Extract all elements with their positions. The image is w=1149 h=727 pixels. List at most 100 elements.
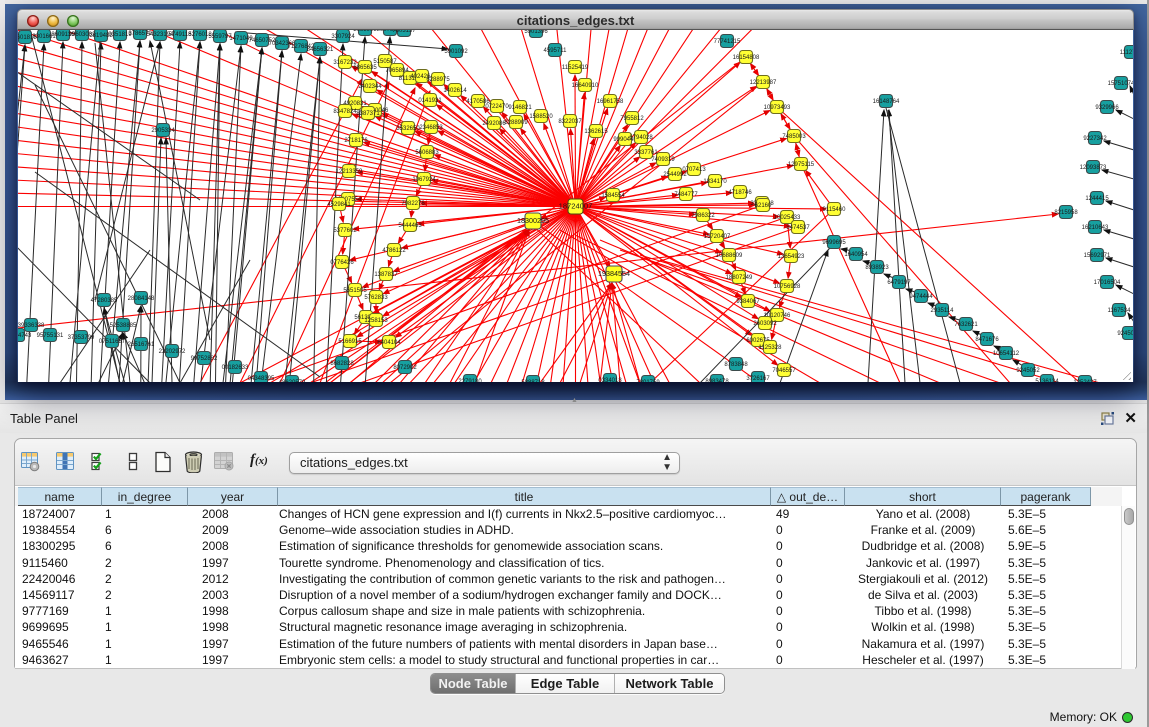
- svg-text:7632621: 7632621: [954, 322, 978, 328]
- svg-text:7485003: 7485003: [782, 134, 806, 140]
- svg-text:16210643: 16210643: [1082, 225, 1109, 231]
- svg-text:8474537: 8474537: [786, 225, 810, 231]
- svg-text:18300295: 18300295: [517, 216, 549, 225]
- svg-text:5606883: 5606883: [415, 150, 439, 156]
- svg-text:8072902: 8072902: [393, 365, 417, 371]
- svg-text:1584554: 1584554: [601, 193, 625, 199]
- svg-text:8387371: 8387371: [356, 111, 380, 117]
- svg-text:9699695: 9699695: [822, 240, 846, 246]
- svg-text:7046557: 7046557: [772, 368, 796, 374]
- svg-text:8783848: 8783848: [724, 362, 748, 368]
- svg-text:1258153: 1258153: [364, 318, 388, 324]
- svg-text:3307924: 3307924: [331, 34, 355, 40]
- svg-text:16640910: 16640910: [572, 83, 599, 89]
- svg-text:8288909: 8288909: [504, 120, 528, 126]
- svg-text:6794028: 6794028: [629, 135, 653, 141]
- svg-text:2279180: 2279180: [458, 379, 482, 382]
- svg-text:99752882: 99752882: [191, 356, 218, 362]
- svg-text:1125328: 1125328: [759, 345, 783, 351]
- svg-text:17016504: 17016504: [1094, 280, 1121, 286]
- svg-text:2402344: 2402344: [358, 84, 382, 90]
- svg-text:11525419: 11525419: [562, 65, 589, 71]
- svg-text:7955812: 7955812: [620, 116, 644, 122]
- svg-text:8347824: 8347824: [333, 109, 357, 115]
- svg-text:8682828: 8682828: [330, 361, 354, 367]
- svg-text:6288975: 6288975: [426, 77, 450, 83]
- svg-text:2492086: 2492086: [482, 121, 506, 127]
- svg-text:4595711: 4595711: [544, 48, 568, 54]
- svg-text:12975115: 12975115: [788, 162, 815, 168]
- svg-text:0141931: 0141931: [418, 98, 442, 104]
- svg-text:9329966: 9329966: [1095, 105, 1119, 111]
- svg-text:00182633: 00182633: [222, 365, 249, 371]
- svg-text:1252427: 1252427: [1073, 380, 1097, 382]
- svg-text:37353799: 37353799: [68, 335, 95, 341]
- svg-text:6404104: 6404104: [377, 340, 401, 346]
- svg-text:3532650: 3532650: [396, 126, 420, 132]
- svg-text:5651505: 5651505: [343, 288, 367, 294]
- svg-text:16961758: 16961758: [597, 99, 624, 105]
- svg-text:10973493: 10973493: [764, 105, 791, 111]
- svg-text:84656321: 84656321: [307, 47, 334, 53]
- svg-text:2685995: 2685995: [353, 30, 377, 33]
- svg-text:2603092: 2603092: [753, 321, 777, 327]
- svg-text:2718176: 2718176: [344, 138, 368, 144]
- svg-text:9245052: 9245052: [1016, 368, 1040, 374]
- svg-text:12093873: 12093873: [1080, 165, 1107, 171]
- svg-text:0707413: 0707413: [682, 167, 706, 173]
- svg-text:07511637: 07511637: [99, 339, 126, 345]
- svg-text:16154808: 16154808: [733, 55, 760, 61]
- svg-text:8471676: 8471676: [975, 337, 999, 343]
- svg-text:4529841: 4529841: [327, 202, 351, 208]
- svg-text:52538885: 52538885: [110, 323, 137, 329]
- svg-text:48620579: 48620579: [279, 380, 306, 382]
- svg-text:0776426: 0776426: [330, 260, 354, 266]
- svg-text:3726167: 3726167: [746, 376, 770, 382]
- svg-text:9474444: 9474444: [909, 294, 933, 300]
- svg-text:5166915: 5166915: [338, 339, 362, 345]
- svg-text:7986322: 7986322: [691, 213, 715, 219]
- svg-text:1387837: 1387837: [374, 272, 398, 278]
- svg-text:8215958: 8215958: [1054, 210, 1078, 216]
- svg-text:1362615: 1362615: [584, 129, 608, 135]
- svg-text:8938923: 8938923: [865, 265, 889, 271]
- svg-text:8983478: 8983478: [705, 379, 729, 382]
- svg-text:22202972: 22202972: [159, 349, 186, 355]
- svg-text:18724007: 18724007: [559, 202, 593, 211]
- svg-text:9146821: 9146821: [508, 105, 532, 111]
- svg-text:95755131: 95755131: [37, 333, 64, 339]
- svg-text:0334018: 0334018: [598, 378, 622, 382]
- svg-text:7409319: 7409319: [651, 157, 675, 163]
- svg-text:7082276: 7082276: [401, 201, 425, 207]
- svg-text:28084148: 28084148: [128, 296, 155, 302]
- svg-text:16148764: 16148764: [873, 99, 900, 105]
- svg-text:9245052: 9245052: [1117, 331, 1133, 337]
- svg-text:9227342: 9227342: [1083, 136, 1107, 142]
- svg-text:12213987: 12213987: [750, 80, 777, 86]
- svg-text:5136134: 5136134: [1035, 379, 1059, 382]
- svg-text:12213359: 12213359: [336, 169, 363, 175]
- svg-text:1588520: 1588520: [529, 114, 553, 120]
- svg-text:10756928: 10756928: [774, 284, 801, 290]
- svg-text:2905334: 2905334: [151, 128, 175, 134]
- svg-text:7484777: 7484777: [674, 192, 698, 198]
- svg-text:1834170: 1834170: [703, 179, 727, 185]
- svg-text:1402614: 1402614: [443, 88, 467, 94]
- svg-text:7603137: 7603137: [392, 30, 416, 34]
- svg-text:15692971: 15692971: [1084, 253, 1111, 259]
- svg-text:8322037: 8322037: [558, 119, 582, 125]
- svg-text:62160: 62160: [755, 203, 772, 209]
- svg-text:19384554: 19384554: [598, 269, 630, 278]
- svg-text:4786122: 4786122: [382, 248, 406, 254]
- svg-text:1067924: 1067924: [412, 177, 436, 183]
- svg-text:10654112: 10654112: [993, 351, 1020, 357]
- svg-text:5901092: 5901092: [444, 49, 468, 55]
- svg-text:1244415: 1244415: [1085, 196, 1109, 202]
- svg-text:5888718: 5888718: [521, 380, 545, 382]
- svg-text:10688609: 10688609: [716, 253, 743, 259]
- svg-text:4718746: 4718746: [728, 190, 752, 196]
- svg-text:47280385: 47280385: [91, 298, 118, 304]
- svg-text:1640954: 1640954: [844, 252, 868, 258]
- svg-text:6479197: 6479197: [887, 280, 911, 286]
- svg-text:77741215: 77741215: [714, 39, 741, 45]
